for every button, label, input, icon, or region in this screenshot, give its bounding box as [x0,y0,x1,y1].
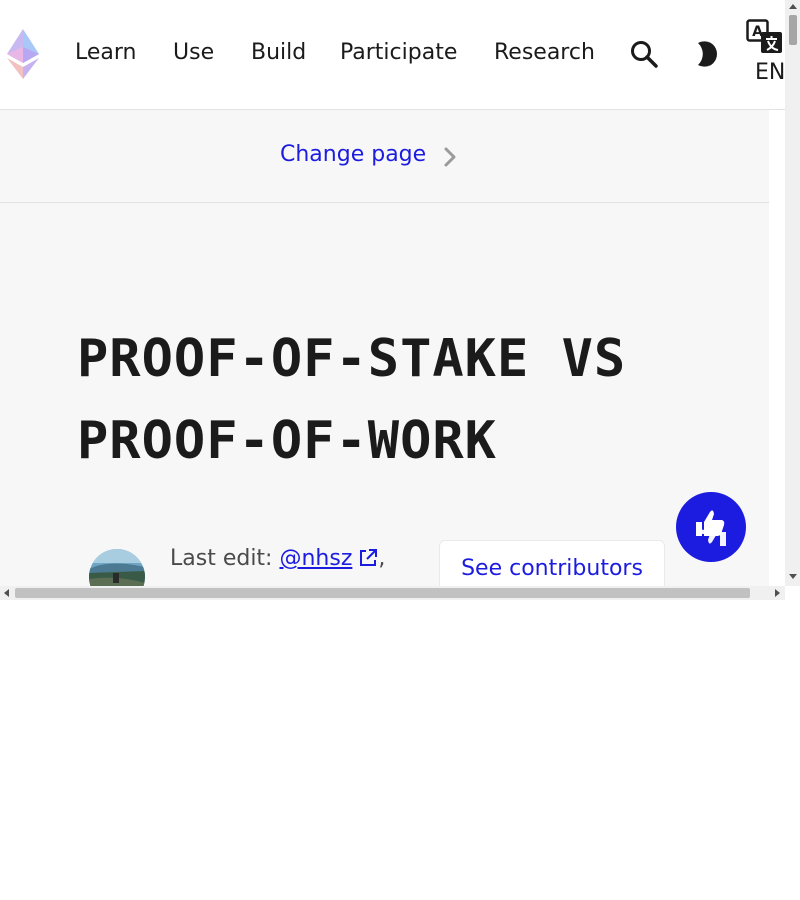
scroll-left-arrow-icon[interactable] [4,589,9,597]
browser-viewport: Change page PROOF-OF-STAKE VS PROOF-OF-W… [0,0,800,600]
language-label[interactable]: EN [755,60,785,86]
avatar-image [89,549,145,586]
nav-use[interactable]: Use [173,38,214,68]
search-icon[interactable] [629,39,659,69]
chevron-right-icon[interactable] [442,146,458,168]
scroll-down-arrow-icon[interactable] [789,574,797,579]
dark-mode-icon[interactable] [690,39,720,69]
horizontal-scroll-thumb[interactable] [15,588,750,598]
thumbs-up-down-icon [696,510,726,546]
ethereum-logo-icon[interactable] [5,27,41,81]
last-edit-text: Last edit: @nhsz, [170,544,385,574]
page-title-line-2: PROOF-OF-WORK [77,411,497,471]
vertical-scrollbar[interactable] [785,0,800,586]
change-page-bar: Change page [0,110,769,203]
change-page-link[interactable]: Change page [280,140,426,170]
last-edit-suffix: , [378,546,386,571]
scroll-up-arrow-icon[interactable] [789,4,797,9]
nav-participate[interactable]: Participate [340,38,457,68]
nav-research[interactable]: Research [494,38,595,68]
last-edit-prefix: Last edit: [170,546,280,571]
avatar[interactable] [89,549,145,586]
top-navigation: Learn Use Build Participate Research A E… [0,0,800,110]
vertical-scroll-thumb[interactable] [789,15,797,45]
horizontal-scrollbar[interactable] [0,586,785,600]
external-link-icon[interactable] [358,548,378,568]
see-contributors-button[interactable]: See contributors [439,540,665,586]
author-link[interactable]: @nhsz [279,546,352,571]
translate-icon[interactable]: A [746,19,784,55]
page-title-line-1: PROOF-OF-STAKE VS [77,329,627,389]
nav-build[interactable]: Build [251,38,306,68]
page-title: PROOF-OF-STAKE VS PROOF-OF-WORK [77,318,757,482]
scroll-right-arrow-icon[interactable] [775,589,780,597]
feedback-button[interactable] [676,492,746,562]
nav-learn[interactable]: Learn [75,38,137,68]
